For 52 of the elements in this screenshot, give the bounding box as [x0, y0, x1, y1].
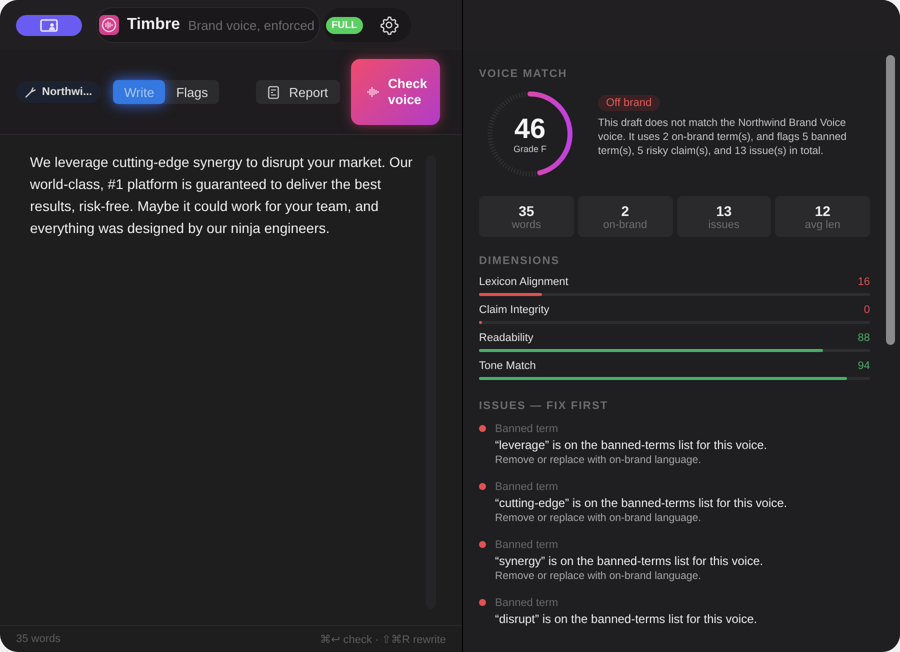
app-tagline: Brand voice, enforced [188, 18, 315, 32]
dimension-name: Claim Integrity [479, 303, 550, 318]
voice-selector[interactable]: Northwi... [16, 81, 102, 103]
stat-label: avg len [804, 218, 840, 230]
issue-message: “leverage” is on the banned-terms list for this voice. [495, 437, 768, 454]
app-name: Timbre [127, 16, 180, 34]
stat-label: on-brand [603, 218, 648, 230]
verdict-badge: Off brand [598, 94, 660, 110]
draft-text[interactable]: We leverage cutting-edge synergy to disrupt your market. Our world-class, #1 platform is guaranteed to deliver the best results, risk-free. Maybe it could work for your team, and everything was designed by our ninja engineers. [30, 151, 416, 609]
dimension-score: 0 [864, 303, 870, 318]
section-heading: DIMENSIONS [479, 255, 561, 267]
issue-type: Banned term [495, 480, 559, 494]
score-value: 46 [514, 114, 546, 144]
dimension-score: 94 [858, 359, 870, 374]
issue-fix: Remove or replace with on-brand language. [495, 454, 702, 467]
waveform-icon [367, 86, 380, 98]
stat-label: issues [708, 218, 740, 230]
stat-label: words [512, 218, 542, 230]
dimension-score: 16 [858, 275, 870, 290]
keyboard-shortcuts: ⌘↩ check · ⇧⌘R rewrite [320, 632, 446, 646]
report-button[interactable]: Report [256, 80, 340, 104]
dimension-score: 88 [858, 331, 870, 346]
scrollbar-thumb[interactable] [886, 55, 895, 345]
dimension-name: Tone Match [479, 359, 536, 374]
issue-type: Banned term [495, 538, 559, 552]
document-icon [268, 86, 280, 98]
section-heading: ISSUES — FIX FIRST [479, 400, 610, 412]
issue-fix: Remove or replace with on-brand language. [495, 570, 702, 583]
profile-button[interactable] [16, 14, 82, 36]
stat-value: 35 [518, 202, 534, 218]
waveform-logo-icon [99, 15, 119, 35]
stat-value: 13 [716, 202, 732, 218]
issue-fix: Remove or replace with on-brand language. [495, 512, 702, 525]
issue-type: Banned term [495, 422, 559, 436]
check-voice-button[interactable]: Check voice [351, 59, 440, 125]
settings-icon[interactable] [379, 15, 400, 35]
word-count: 35 words [16, 633, 61, 645]
grade-label: Grade F [513, 144, 546, 154]
stat-value: 2 [621, 202, 630, 218]
tuning-fork-icon [25, 86, 37, 98]
tab[interactable]: Flags [165, 80, 220, 104]
section-heading: VOICE MATCH [479, 68, 568, 80]
issue-message: “cutting-edge” is on the banned-terms list for this voice. [495, 495, 788, 512]
plan-badge: FULL [326, 16, 364, 34]
issue-message: “disrupt” is on the banned-terms list for this voice. [495, 611, 758, 628]
summary-text: This draft does not match the Northwind Brand Voice voice. It uses 2 on-brand term(s), and flags 5 banned term(s), 5 risky claim(s), and 13 issue(s) in total. [598, 116, 848, 158]
monitor-person-icon [40, 18, 58, 32]
dimension-name: Readability [479, 331, 534, 346]
dimension-name: Lexicon Alignment [479, 275, 568, 290]
issue-type: Banned term [495, 596, 559, 610]
stat-value: 12 [814, 202, 830, 218]
issue-message: “synergy” is on the banned-terms list for this voice. [495, 553, 764, 570]
